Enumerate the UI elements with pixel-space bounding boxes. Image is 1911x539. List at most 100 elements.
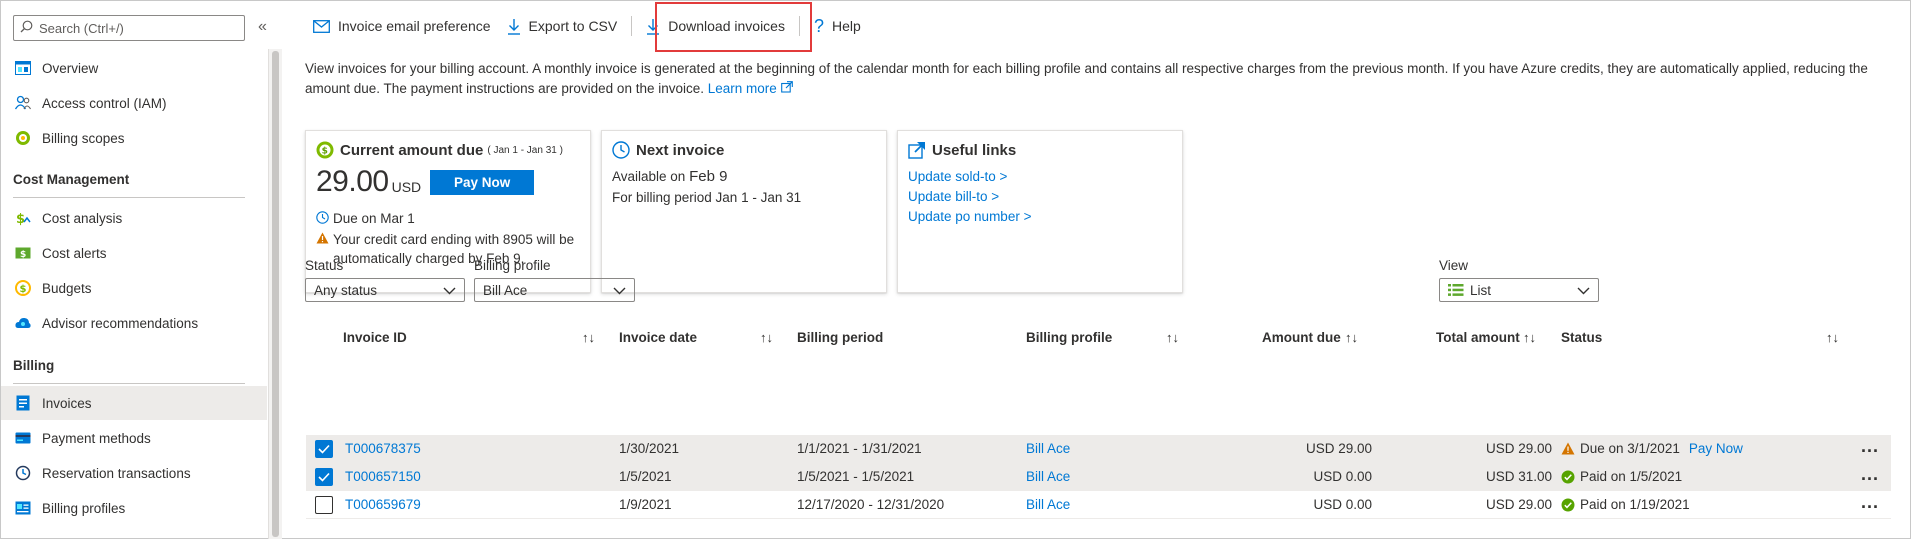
- view-value-wrap: List: [1448, 283, 1491, 298]
- intro-paragraph: View invoices for your billing account. …: [305, 61, 1868, 96]
- sort-icon[interactable]: ↑↓: [1345, 330, 1358, 345]
- status-filter-dropdown[interactable]: Any status: [305, 278, 465, 302]
- billing-period: 1/5/2021 - 1/5/2021: [797, 469, 915, 484]
- billing-profile-icon: [14, 499, 32, 517]
- billing-profile-link[interactable]: Bill Ace: [1026, 497, 1070, 512]
- cost-alerts-icon: $: [14, 244, 32, 262]
- billing-profile-filter-dropdown[interactable]: Bill Ace: [474, 278, 635, 302]
- invoice-id-link[interactable]: T000657150: [345, 469, 421, 484]
- row-checkbox[interactable]: [315, 468, 333, 486]
- more-actions-icon[interactable]: ...: [1861, 436, 1879, 457]
- section-divider: [13, 383, 245, 384]
- sidebar-item-cost-analysis[interactable]: $ Cost analysis: [1, 201, 267, 235]
- sidebar-item-advisor[interactable]: Advisor recommendations: [1, 306, 267, 340]
- sidebar: Search (Ctrl+/) « Overview Access contro…: [1, 1, 269, 538]
- section-cost-management: Cost Management: [13, 172, 130, 187]
- update-sold-to-link[interactable]: Update sold-to >: [908, 167, 1172, 186]
- table-row[interactable]: T000678375 1/30/2021 1/1/2021 - 1/31/202…: [306, 435, 1891, 463]
- more-actions-icon[interactable]: ...: [1861, 464, 1879, 485]
- invoice-id-link[interactable]: T000678375: [345, 441, 421, 456]
- check-circle-icon: [1561, 498, 1575, 512]
- sidebar-item-label: Budgets: [42, 280, 92, 296]
- col-invoice-id[interactable]: Invoice ID: [343, 330, 407, 345]
- sort-icon[interactable]: ↑↓: [1523, 330, 1536, 345]
- current-amount-range: ( Jan 1 - Jan 31 ): [487, 144, 563, 156]
- amount-due: USD 0.00: [1313, 497, 1372, 512]
- invoice-id-link[interactable]: T000659679: [345, 497, 421, 512]
- amount-currency: USD: [391, 179, 422, 195]
- external-link-icon: [780, 81, 793, 96]
- sidebar-item-invoices[interactable]: Invoices: [1, 386, 267, 420]
- chevron-down-icon: [443, 283, 456, 298]
- sidebar-item-reservation-transactions[interactable]: Reservation transactions: [1, 456, 267, 490]
- col-billing-period[interactable]: Billing period: [797, 330, 883, 345]
- billing-profile-filter-label: Billing profile: [474, 258, 551, 273]
- sidebar-item-access-control[interactable]: Access control (IAM): [1, 86, 267, 120]
- billing-profile-filter-value: Bill Ace: [483, 282, 528, 298]
- sidebar-item-label: Access control (IAM): [42, 95, 167, 111]
- svg-text:$: $: [20, 250, 26, 260]
- view-value: List: [1470, 282, 1492, 298]
- svg-text:$: $: [16, 212, 25, 226]
- sidebar-item-label: Payment methods: [42, 430, 151, 446]
- search-placeholder: Search (Ctrl+/): [39, 20, 124, 36]
- billing-profile-link[interactable]: Bill Ace: [1026, 441, 1070, 456]
- table-row[interactable]: T000657150 1/5/2021 1/5/2021 - 1/5/2021 …: [306, 463, 1891, 491]
- sidebar-scrollbar[interactable]: [268, 49, 282, 539]
- sort-icon[interactable]: ↑↓: [760, 330, 773, 345]
- col-billing-profile[interactable]: Billing profile: [1026, 330, 1112, 345]
- sidebar-item-label: Billing profiles: [42, 500, 126, 516]
- billing-profile-link[interactable]: Bill Ace: [1026, 469, 1070, 484]
- more-actions-icon[interactable]: ...: [1861, 492, 1879, 513]
- row-checkbox[interactable]: [315, 440, 333, 458]
- chevron-down-icon: [1577, 283, 1590, 298]
- col-amount-due[interactable]: Amount due: [1262, 330, 1341, 345]
- sidebar-item-label: Advisor recommendations: [42, 315, 199, 331]
- billing-period-line: For billing period Jan 1 - Jan 31: [612, 188, 876, 207]
- pay-now-button[interactable]: Pay Now: [430, 169, 535, 195]
- due-date-line: Due on Mar 1: [316, 209, 580, 228]
- row-pay-now-link[interactable]: Pay Now: [1689, 441, 1743, 456]
- total-amount: USD 31.00: [1486, 469, 1553, 484]
- credit-card-icon: [14, 429, 32, 447]
- sidebar-item-overview[interactable]: Overview: [1, 51, 267, 85]
- sort-icon[interactable]: ↑↓: [1166, 330, 1179, 345]
- sort-icon[interactable]: ↑↓: [582, 330, 595, 345]
- sidebar-item-budgets[interactable]: $ Budgets: [1, 271, 267, 305]
- available-line: Available on Feb 9: [612, 167, 876, 186]
- col-invoice-date[interactable]: Invoice date: [619, 330, 697, 345]
- mail-icon: [313, 19, 330, 33]
- help-button[interactable]: ? Help: [806, 10, 869, 42]
- invoice-email-preference-button[interactable]: Invoice email preference: [305, 10, 499, 42]
- search-input[interactable]: Search (Ctrl+/): [13, 15, 245, 41]
- table-row[interactable]: T000659679 1/9/2021 12/17/2020 - 12/31/2…: [306, 491, 1891, 519]
- total-amount: USD 29.00: [1486, 497, 1553, 512]
- sidebar-item-billing-scopes[interactable]: Billing scopes: [1, 121, 267, 155]
- col-status[interactable]: Status: [1561, 330, 1602, 345]
- chevron-down-icon: [613, 283, 626, 298]
- sidebar-item-billing-profiles[interactable]: Billing profiles: [1, 491, 267, 525]
- col-total-amount[interactable]: Total amount: [1436, 330, 1520, 345]
- update-po-number-link[interactable]: Update po number >: [908, 207, 1172, 226]
- sort-icon[interactable]: ↑↓: [1826, 330, 1839, 345]
- update-bill-to-link[interactable]: Update bill-to >: [908, 187, 1172, 206]
- intro-text: View invoices for your billing account. …: [305, 59, 1885, 99]
- section-divider: [13, 197, 245, 198]
- due-date-text: Due on Mar 1: [333, 211, 415, 226]
- scrollbar-thumb[interactable]: [272, 51, 279, 537]
- learn-more-link[interactable]: Learn more: [708, 81, 777, 96]
- toolbar-divider: [631, 16, 633, 36]
- list-icon: [1448, 284, 1464, 296]
- status-cell: Paid on 1/19/2021: [1561, 497, 1690, 512]
- status-filter-value: Any status: [314, 282, 378, 298]
- sidebar-item-cost-alerts[interactable]: $ Cost alerts: [1, 236, 267, 270]
- current-amount-title-text: Current amount due: [340, 141, 484, 159]
- sidebar-item-payment-methods[interactable]: Payment methods: [1, 421, 267, 455]
- row-checkbox[interactable]: [315, 496, 333, 514]
- export-csv-button[interactable]: Export to CSV: [499, 10, 626, 42]
- view-dropdown[interactable]: List: [1439, 278, 1599, 302]
- amount-due: USD 0.00: [1313, 469, 1372, 484]
- invoice-icon: [14, 394, 32, 412]
- next-invoice-title: Next invoice: [612, 141, 876, 159]
- collapse-sidebar-icon[interactable]: «: [258, 18, 267, 36]
